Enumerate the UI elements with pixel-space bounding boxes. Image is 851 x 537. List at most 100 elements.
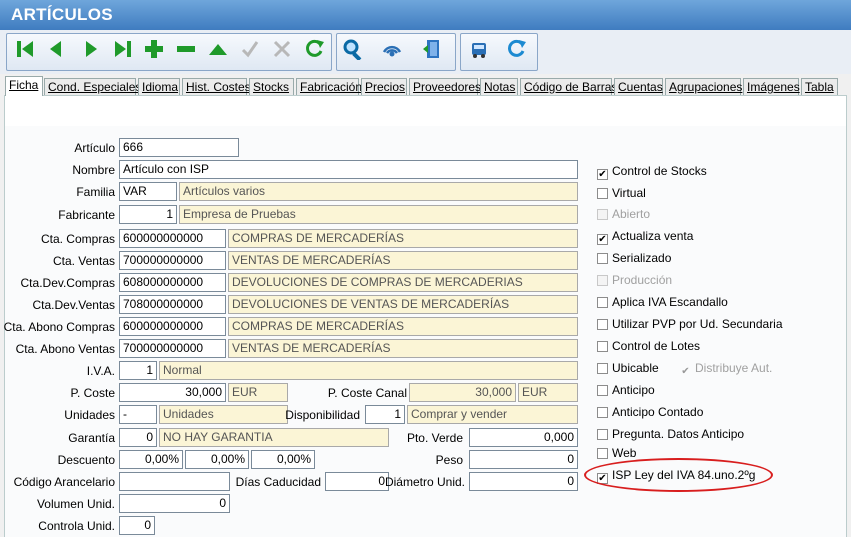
checkbox-box[interactable]: [597, 188, 608, 199]
window-title: ARTÍCULOS: [11, 5, 113, 24]
tab-idioma[interactable]: Idioma: [138, 78, 180, 95]
tab-tabla[interactable]: Tabla: [801, 78, 838, 95]
garantia-code-input[interactable]: 0: [119, 428, 157, 447]
dias-caducidad-input[interactable]: 0: [325, 472, 389, 491]
descuento-label: Descuento: [57, 453, 115, 467]
pto-verde-input[interactable]: 0,000: [469, 428, 578, 447]
sync-icon[interactable]: [505, 38, 527, 60]
checkbox-web[interactable]: Web: [597, 446, 636, 460]
unidades-label: Unidades: [64, 408, 115, 422]
checkbox-box[interactable]: [597, 319, 608, 330]
familia-code-input[interactable]: VAR: [119, 182, 177, 201]
checkbox-anticipo[interactable]: Anticipo: [597, 383, 655, 397]
delete-icon[interactable]: [175, 38, 197, 60]
wireless-icon[interactable]: [381, 38, 403, 60]
checkbox-virtual[interactable]: Virtual: [597, 186, 646, 200]
articulo-input[interactable]: 666: [119, 138, 239, 157]
tab-proveedores[interactable]: Proveedores: [409, 78, 481, 95]
volumen-unid-label: Volumen Unid.: [36, 497, 115, 511]
checkbox-label: Abierto: [612, 207, 651, 221]
refresh-icon[interactable]: [303, 38, 325, 60]
cta-dev-compras-desc: DEVOLUCIONES DE COMPRAS DE MERCADERIAS: [228, 273, 578, 292]
tab-agrupaciones[interactable]: Agrupaciones: [665, 78, 742, 95]
p-coste-input[interactable]: 30,000: [119, 383, 226, 402]
prev-icon[interactable]: [45, 38, 67, 60]
checkbox-box[interactable]: [597, 297, 608, 308]
cta-compras-input[interactable]: 600000000000: [119, 229, 226, 248]
cta-ventas-desc: VENTAS DE MERCADERÍAS: [228, 251, 578, 270]
tab-notas[interactable]: Notas: [480, 78, 518, 95]
p-coste-label: P. Coste: [70, 386, 115, 400]
checkbox-ubicable[interactable]: Ubicable: [597, 361, 659, 375]
tab-ficha[interactable]: Ficha: [5, 76, 43, 96]
tab-hist-costes[interactable]: Hist. Costes: [182, 78, 251, 95]
checkbox-box[interactable]: [597, 253, 608, 264]
diametro-unid-input[interactable]: 0: [469, 472, 578, 491]
tab-fabricacion[interactable]: Fabricación: [296, 78, 362, 95]
p-coste-canal-currency: EUR: [518, 383, 578, 402]
checkbox-label: Distribuye Aut.: [695, 361, 773, 375]
tab-precios[interactable]: Precios: [361, 78, 407, 95]
controla-unid-input[interactable]: 0: [119, 516, 155, 535]
checkbox-utilizar-pvp[interactable]: Utilizar PVP por Ud. Secundaria: [597, 317, 783, 331]
checkbox-box[interactable]: [597, 448, 608, 459]
pto-verde-label: Pto. Verde: [406, 431, 463, 445]
last-icon[interactable]: [112, 38, 134, 60]
cta-dev-compras-input[interactable]: 608000000000: [119, 273, 226, 292]
fabricante-code-input[interactable]: 1: [119, 205, 177, 224]
fabricante-label: Fabricante: [58, 208, 115, 222]
descuento-2-input[interactable]: 0,00%: [185, 450, 249, 469]
checkbox-pregunta-datos-anticipo[interactable]: Pregunta. Datos Anticipo: [597, 427, 744, 441]
checkbox-box[interactable]: [597, 341, 608, 352]
peso-label: Peso: [435, 453, 463, 467]
cta-abono-compras-input[interactable]: 600000000000: [119, 317, 226, 336]
tab-codigo-barras[interactable]: Código de Barras: [520, 78, 617, 95]
search-icon[interactable]: [342, 38, 364, 60]
peso-input[interactable]: 0: [469, 450, 578, 469]
checkbox-serializado[interactable]: Serializado: [597, 251, 671, 265]
bus-icon[interactable]: [468, 38, 490, 60]
cta-ventas-input[interactable]: 700000000000: [119, 251, 226, 270]
checkbox-control-stocks[interactable]: ✔ Control de Stocks: [597, 164, 707, 180]
checkbox-produccion: Producción: [597, 273, 672, 287]
cancel-icon: [273, 40, 291, 58]
checkbox-box[interactable]: [597, 407, 608, 418]
checkbox-label: Serializado: [612, 251, 672, 265]
tab-cuentas[interactable]: Cuentas: [614, 78, 663, 95]
tab-imagenes[interactable]: Imágenes: [743, 78, 800, 95]
tab-cond-especiales[interactable]: Cond. Especiales: [44, 78, 141, 95]
next-icon[interactable]: [80, 38, 102, 60]
disponibilidad-code-input[interactable]: 1: [365, 405, 405, 424]
cta-abono-ventas-label: Cta. Abono Ventas: [15, 342, 115, 356]
cta-compras-desc: COMPRAS DE MERCADERÍAS: [228, 229, 578, 248]
nombre-label: Nombre: [72, 163, 115, 177]
iva-code-input[interactable]: 1: [119, 361, 157, 380]
title-bar: ARTÍCULOS: [0, 0, 851, 30]
tab-stocks[interactable]: Stocks: [249, 78, 294, 95]
first-icon[interactable]: [14, 38, 36, 60]
up-icon[interactable]: [207, 38, 229, 60]
cta-abono-ventas-input[interactable]: 700000000000: [119, 339, 226, 358]
checkbox-box[interactable]: [597, 363, 608, 374]
checkbox-aplica-iva-escandallo[interactable]: Aplica IVA Escandallo: [597, 295, 728, 309]
exit-door-icon[interactable]: [421, 38, 443, 60]
checkbox-box[interactable]: [597, 385, 608, 396]
familia-desc: Artículos varios: [179, 182, 578, 201]
checkbox-box[interactable]: ✔: [597, 169, 608, 180]
codigo-arancelario-input[interactable]: [119, 472, 230, 491]
checkbox-box[interactable]: ✔: [597, 234, 608, 245]
checkbox-label: Ubicable: [612, 361, 659, 375]
nombre-input[interactable]: Artículo con ISP: [119, 160, 578, 179]
checkbox-box[interactable]: [597, 429, 608, 440]
cta-dev-ventas-input[interactable]: 708000000000: [119, 295, 226, 314]
volumen-unid-input[interactable]: 0: [119, 494, 230, 513]
unidades-code-input[interactable]: -: [119, 405, 157, 424]
disponibilidad-desc: Comprar y vender: [407, 405, 578, 424]
checkbox-control-lotes[interactable]: Control de Lotes: [597, 339, 700, 353]
descuento-1-input[interactable]: 0,00%: [119, 450, 183, 469]
descuento-3-input[interactable]: 0,00%: [251, 450, 315, 469]
add-icon[interactable]: [143, 38, 165, 60]
checkbox-anticipo-contado[interactable]: Anticipo Contado: [597, 405, 703, 419]
checkbox-actualiza-venta[interactable]: ✔ Actualiza venta: [597, 229, 693, 245]
controla-unid-label: Controla Unid.: [38, 519, 115, 533]
